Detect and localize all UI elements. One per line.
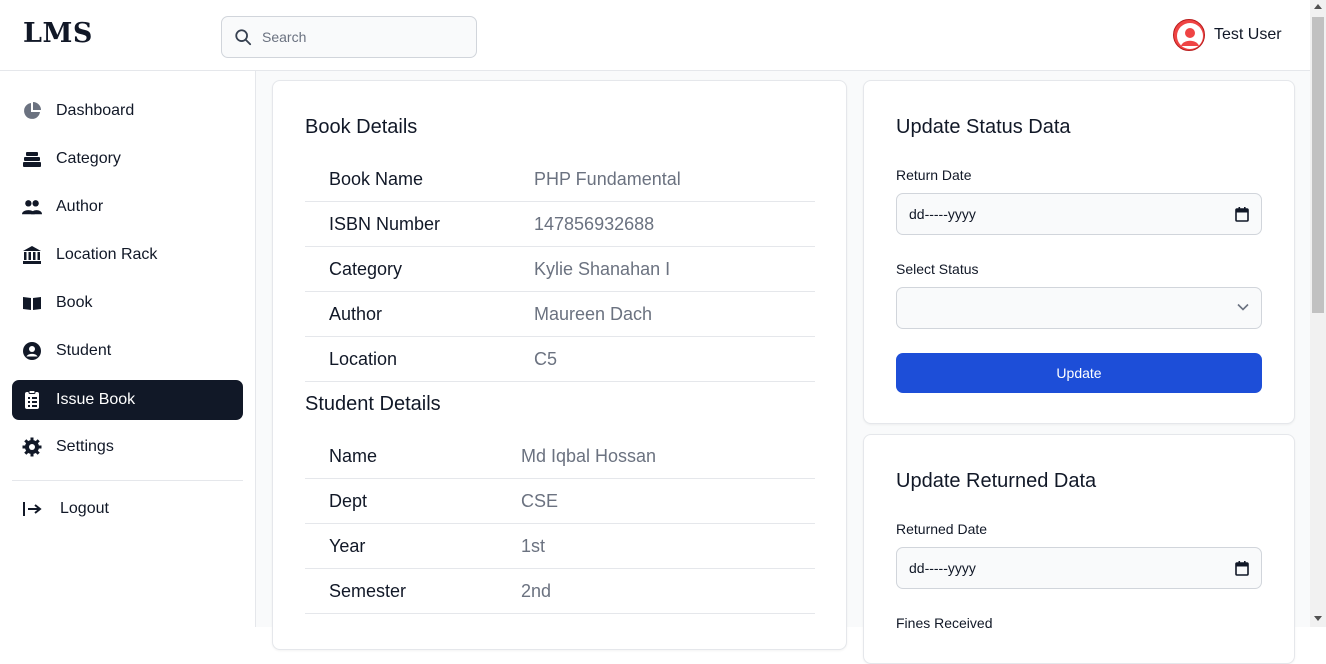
sidebar-item-category[interactable]: Category [12, 139, 243, 179]
detail-row: Dept CSE [305, 479, 815, 524]
details-card: Book Details Book Name PHP Fundamental IS… [272, 80, 847, 650]
book-open-icon [22, 293, 42, 313]
scrollbar-thumb[interactable] [1312, 17, 1324, 313]
sidebar-item-settings[interactable]: Settings [12, 427, 243, 467]
student-details-title: Student Details [305, 393, 441, 415]
sidebar-item-student[interactable]: Student [12, 331, 243, 371]
chevron-down-icon [1237, 303, 1249, 311]
update-status-title: Update Status Data [896, 116, 1071, 138]
gear-icon [22, 437, 42, 457]
detail-value: CSE [521, 490, 559, 511]
date-placeholder: dd-----yyyy [909, 206, 976, 222]
detail-label: Location [329, 348, 398, 369]
top-header: LMS Test User [0, 0, 1310, 71]
sidebar-item-label: Category [56, 150, 121, 167]
user-avatar-icon [1177, 23, 1203, 49]
pie-chart-icon [22, 101, 42, 121]
detail-label: Book Name [329, 168, 424, 189]
sidebar-item-author[interactable]: Author [12, 187, 243, 227]
app-logo[interactable]: LMS [23, 18, 93, 49]
detail-value: 2nd [521, 580, 552, 601]
detail-label: Category [329, 258, 403, 279]
logout-label: Logout [60, 500, 109, 517]
search-box[interactable] [221, 16, 477, 58]
detail-row: Name Md Iqbal Hossan [305, 434, 815, 479]
search-input[interactable] [262, 17, 462, 57]
logout-icon [22, 499, 42, 519]
detail-value: PHP Fundamental [534, 168, 681, 189]
detail-value: 1st [521, 535, 546, 556]
user-circle-icon [22, 341, 42, 361]
detail-row: Category Kylie Shanahan I [305, 247, 815, 292]
scroll-up-arrow-icon[interactable] [1314, 4, 1322, 9]
calendar-icon[interactable] [1235, 561, 1249, 576]
book-details-title: Book Details [305, 116, 418, 138]
users-icon [22, 197, 42, 217]
detail-row: Book Name PHP Fundamental [305, 157, 815, 202]
date-placeholder: dd-----yyyy [909, 560, 976, 576]
detail-row: Semester 2nd [305, 569, 815, 614]
page-scrollbar[interactable] [1310, 0, 1326, 627]
fines-received-label: Fines Received [896, 615, 993, 631]
sidebar-item-issue-book[interactable]: Issue Book [12, 380, 243, 420]
layers-icon [22, 149, 42, 169]
sidebar-divider [12, 480, 243, 481]
status-select[interactable] [896, 287, 1262, 329]
detail-label: Author [329, 303, 383, 324]
sidebar-item-label: Issue Book [56, 391, 136, 408]
sidebar-item-label: Book [56, 294, 93, 311]
detail-value: Kylie Shanahan I [534, 258, 671, 279]
detail-label: Semester [329, 580, 407, 601]
logout-button[interactable]: Logout [12, 489, 243, 529]
return-date-input[interactable]: dd-----yyyy [896, 193, 1262, 235]
detail-label: Name [329, 445, 378, 466]
detail-row: Location C5 [305, 337, 815, 382]
search-icon [235, 29, 252, 46]
student-details-list: Name Md Iqbal Hossan Dept CSE Year 1st Seme… [305, 434, 815, 614]
detail-label: Year [329, 535, 366, 556]
returned-date-input[interactable]: dd-----yyyy [896, 547, 1262, 589]
sidebar-item-book[interactable]: Book [12, 283, 243, 323]
detail-row: Author Maureen Dach [305, 292, 815, 337]
detail-label: ISBN Number [329, 213, 441, 234]
return-date-label: Return Date [896, 167, 972, 183]
update-returned-card: Update Returned Data Returned Date dd---… [863, 434, 1295, 664]
calendar-icon[interactable] [1235, 207, 1249, 222]
update-returned-title: Update Returned Data [896, 470, 1097, 492]
sidebar-item-location-rack[interactable]: Location Rack [12, 235, 243, 275]
sidebar-item-label: Student [56, 342, 112, 359]
sidebar-item-label: Dashboard [56, 102, 135, 119]
detail-label: Dept [329, 490, 368, 511]
select-status-label: Select Status [896, 261, 979, 277]
clipboard-list-icon [22, 390, 42, 410]
scroll-down-arrow-icon[interactable] [1314, 616, 1322, 621]
user-name[interactable]: Test User [1214, 26, 1282, 44]
detail-value: 147856932688 [534, 213, 655, 234]
update-button[interactable]: Update [896, 353, 1262, 393]
detail-row: ISBN Number 147856932688 [305, 202, 815, 247]
sidebar-item-label: Settings [56, 438, 114, 455]
sidebar-item-label: Location Rack [56, 246, 158, 263]
detail-value: Md Iqbal Hossan [521, 445, 657, 466]
user-avatar[interactable] [1173, 19, 1205, 51]
bank-icon [22, 245, 42, 265]
update-status-card: Update Status Data Return Date dd-----yy… [863, 80, 1295, 424]
detail-value: Maureen Dach [534, 303, 653, 324]
book-details-list: Book Name PHP Fundamental ISBN Number 1478… [305, 157, 815, 382]
detail-value: C5 [534, 348, 558, 369]
returned-date-label: Returned Date [896, 521, 988, 537]
sidebar: Dashboard Category Author Location Rack … [0, 71, 256, 627]
sidebar-item-dashboard[interactable]: Dashboard [12, 91, 243, 131]
user-menu[interactable]: Test User [1173, 19, 1282, 51]
sidebar-item-label: Author [56, 198, 104, 215]
detail-row: Year 1st [305, 524, 815, 569]
main-content: Book Details Book Name PHP Fundamental IS… [256, 71, 1310, 664]
